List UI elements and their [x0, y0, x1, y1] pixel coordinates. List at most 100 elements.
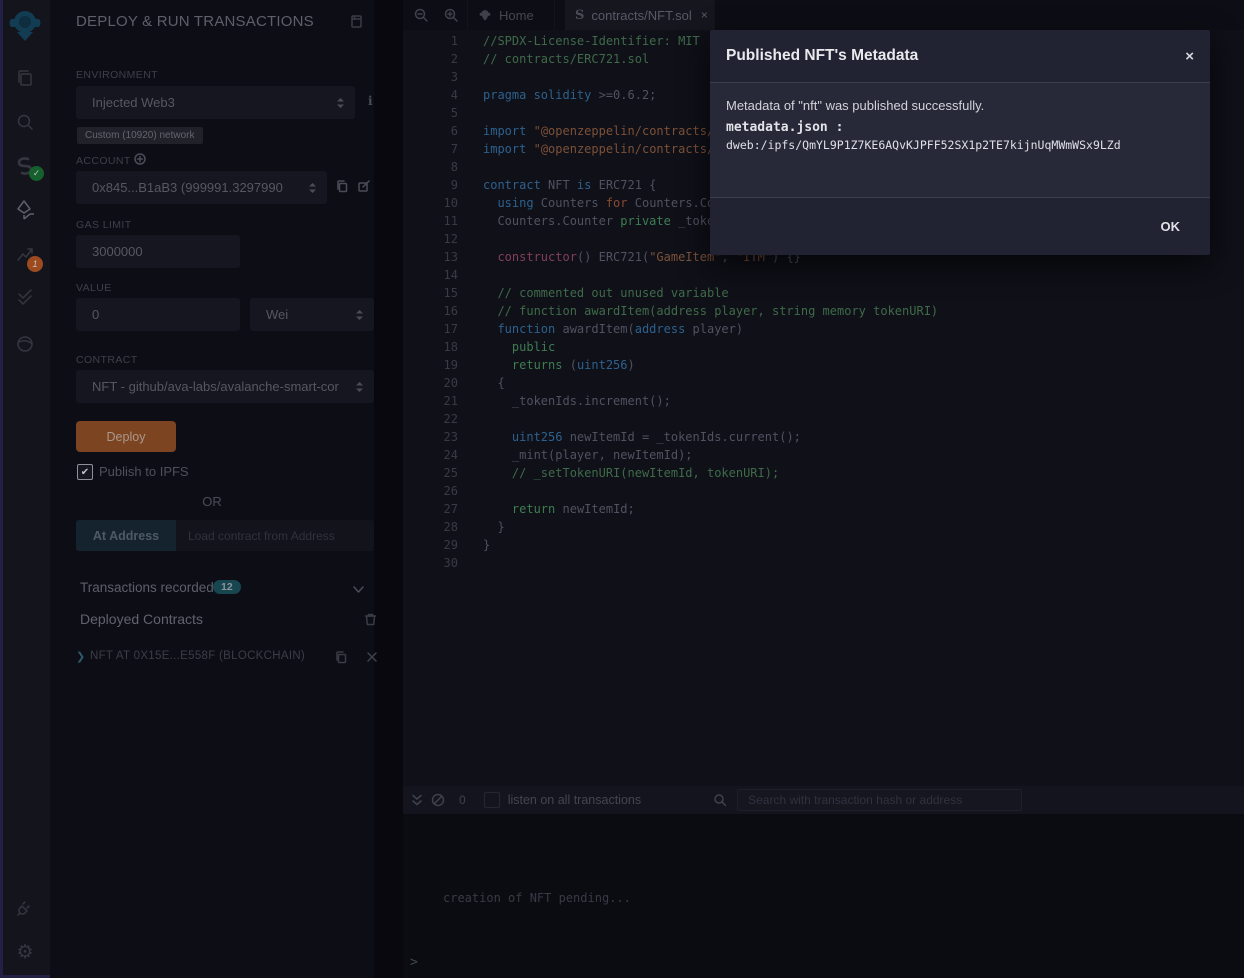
modal-ok-button[interactable]: OK	[1155, 218, 1187, 235]
panel-title: DEPLOY & RUN TRANSACTIONS	[76, 13, 314, 30]
docs-book-icon[interactable]	[349, 14, 364, 29]
terminal-output[interactable]: creation of NFT pending... >	[403, 814, 1244, 978]
line-number: 21	[403, 392, 458, 410]
terminal-log-line: creation of NFT pending...	[443, 891, 631, 905]
line-number: 9	[403, 176, 458, 194]
transactions-count-badge: 12	[213, 580, 241, 594]
transactions-recorded-row[interactable]: Transactions recorded 12	[50, 578, 374, 600]
code-text: }	[483, 518, 505, 536]
value-input[interactable]: 0	[76, 298, 240, 331]
modal-title: Published NFT's Metadata	[726, 47, 1185, 65]
sourcify-icon[interactable]	[0, 326, 50, 362]
modal-footer: OK	[710, 198, 1210, 255]
line-number: 20	[403, 374, 458, 392]
tab-nft-label: contracts/NFT.sol	[591, 8, 691, 23]
code-line: 16 // function awardItem(address player,…	[403, 302, 1244, 320]
gas-limit-label: GAS LIMIT	[76, 219, 132, 231]
publish-ipfs-checkbox[interactable]: ✔	[77, 464, 93, 480]
remix-home-icon	[478, 8, 492, 22]
line-number: 22	[403, 410, 458, 428]
line-number: 28	[403, 518, 458, 536]
line-number: 27	[403, 500, 458, 518]
code-text: pragma solidity >=0.6.2;	[483, 86, 656, 104]
select-carets-icon	[355, 381, 364, 393]
select-carets-icon	[355, 309, 364, 321]
line-number: 15	[403, 284, 458, 302]
tab-home[interactable]: Home	[467, 0, 555, 30]
at-address-input[interactable]	[176, 520, 374, 551]
line-number: 18	[403, 338, 458, 356]
remix-logo-icon[interactable]	[0, 7, 50, 43]
code-text: return newItemId;	[483, 500, 635, 518]
chevron-down-icon[interactable]	[353, 586, 364, 593]
zoom-out-icon[interactable]	[413, 7, 429, 23]
line-number: 30	[403, 554, 458, 572]
gear-icon: ⚙	[16, 943, 33, 962]
collapse-terminal-icon[interactable]	[411, 794, 423, 806]
file-explorer-icon[interactable]	[0, 60, 50, 96]
deploy-button[interactable]: Deploy	[76, 421, 176, 452]
environment-select[interactable]: Injected Web3	[76, 86, 355, 119]
environment-info-icon[interactable]: i	[368, 94, 373, 108]
line-number: 26	[403, 482, 458, 500]
expand-chevron-icon[interactable]: ❯	[76, 650, 85, 663]
code-line: 23 uint256 newItemId = _tokenIds.current…	[403, 428, 1244, 446]
deployed-contract-label: NFT AT 0X15E...E558F (BLOCKCHAIN)	[90, 650, 305, 662]
account-label: ACCOUNT	[76, 155, 131, 167]
line-number: 8	[403, 158, 458, 176]
tab-close-icon[interactable]: ×	[701, 8, 708, 22]
value-unit-select[interactable]: Wei	[250, 298, 374, 331]
line-number: 25	[403, 464, 458, 482]
add-account-icon[interactable]	[134, 153, 146, 165]
line-number: 16	[403, 302, 458, 320]
line-number: 5	[403, 104, 458, 122]
remove-contract-icon[interactable]	[367, 652, 377, 662]
code-line: 21 _tokenIds.increment();	[403, 392, 1244, 410]
line-number: 29	[403, 536, 458, 554]
publish-ipfs-label: Publish to IPFS	[99, 464, 189, 479]
copy-contract-icon[interactable]	[334, 650, 348, 664]
published-metadata-modal: Published NFT's Metadata × Metadata of "…	[710, 30, 1210, 255]
plugin-manager-icon[interactable]	[0, 890, 50, 926]
code-line: 25 // _setTokenURI(newItemId, tokenURI);	[403, 464, 1244, 482]
deployed-contract-row[interactable]: ❯ NFT AT 0X15E...E558F (BLOCKCHAIN)	[50, 648, 374, 668]
modal-close-icon[interactable]: ×	[1185, 49, 1194, 64]
copy-account-icon[interactable]	[335, 179, 349, 193]
contract-select[interactable]: NFT - github/ava-labs/avalanche-smart-co…	[76, 370, 374, 403]
line-number: 23	[403, 428, 458, 446]
tab-home-label: Home	[499, 8, 534, 23]
tab-nft-sol[interactable]: S contracts/NFT.sol ×	[565, 0, 715, 30]
terminal-search-input[interactable]	[737, 789, 1022, 811]
code-text: {	[483, 374, 505, 392]
account-select[interactable]: 0x845...B1aB3 (999991.3297990	[76, 171, 327, 204]
line-number: 13	[403, 248, 458, 266]
network-badge: Custom (10920) network	[77, 127, 203, 144]
zoom-in-icon[interactable]	[443, 7, 459, 23]
clear-console-icon[interactable]	[431, 793, 445, 807]
code-text: // contracts/ERC721.sol	[483, 50, 649, 68]
gas-limit-input[interactable]: 3000000	[76, 235, 240, 268]
edit-account-icon[interactable]	[357, 179, 371, 193]
code-line: 26	[403, 482, 1244, 500]
value-amount: 0	[92, 307, 99, 322]
solidity-file-icon: S	[575, 8, 584, 23]
code-line: 20 {	[403, 374, 1244, 392]
value-label: VALUE	[76, 282, 112, 294]
listen-transactions-label: listen on all transactions	[508, 793, 641, 807]
trash-icon[interactable]	[364, 612, 377, 626]
code-line: 29}	[403, 536, 1244, 554]
deploy-run-icon[interactable]	[0, 192, 50, 228]
code-text: _tokenIds.increment();	[483, 392, 671, 410]
solidity-compiler-icon[interactable]	[0, 148, 50, 184]
code-text: returns (uint256)	[483, 356, 635, 374]
line-number: 4	[403, 86, 458, 104]
modal-header: Published NFT's Metadata ×	[710, 30, 1210, 83]
search-icon[interactable]	[0, 104, 50, 140]
listen-transactions-checkbox[interactable]	[484, 792, 500, 808]
at-address-button[interactable]: At Address	[76, 520, 176, 551]
code-text: }	[483, 536, 490, 554]
settings-icon[interactable]: ⚙	[0, 934, 50, 970]
environment-label: ENVIRONMENT	[76, 69, 158, 81]
value-unit: Wei	[266, 307, 288, 322]
unit-testing-icon[interactable]	[0, 280, 50, 316]
